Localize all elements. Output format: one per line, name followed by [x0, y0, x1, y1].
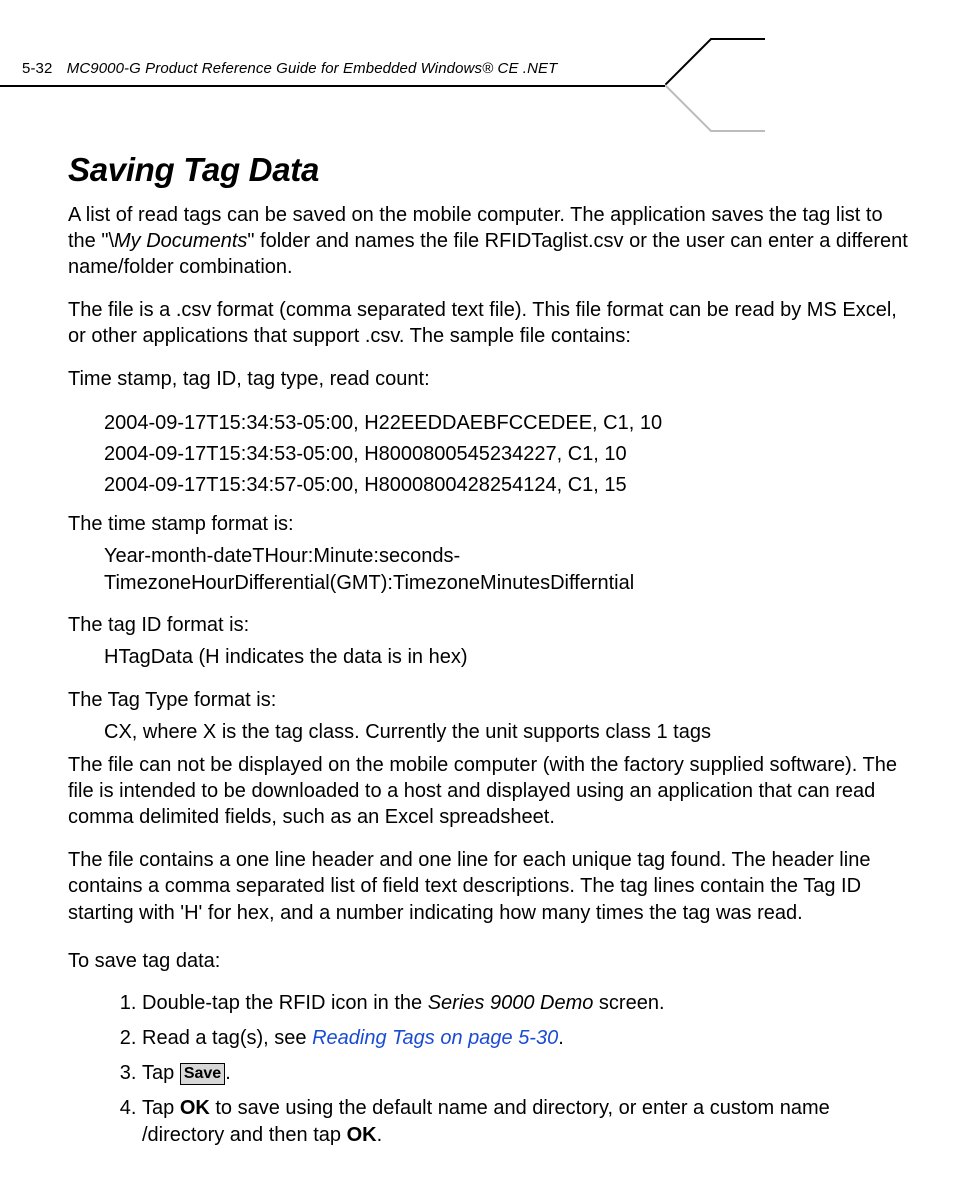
sample-line: 2004-09-17T15:34:53-05:00, H22EEDDAEBFCC…	[104, 408, 912, 439]
paragraph: A list of read tags can be saved on the …	[68, 202, 912, 281]
paragraph: To save tag data:	[68, 948, 912, 974]
sample-data: 2004-09-17T15:34:53-05:00, H22EEDDAEBFCC…	[104, 408, 912, 501]
running-header: 5-32 MC9000-G Product Reference Guide fo…	[22, 60, 557, 77]
cross-reference-link[interactable]: Reading Tags on page 5-30	[312, 1027, 558, 1049]
format-spec: CX, where X is the tag class. Currently …	[104, 719, 912, 745]
procedure-list: Double-tap the RFID icon in the Series 9…	[68, 990, 912, 1149]
section-heading: Saving Tag Data	[68, 148, 912, 192]
format-spec: Year-month-dateTHour:Minute:seconds-Time…	[104, 543, 624, 596]
step: Read a tag(s), see Reading Tags on page …	[142, 1025, 912, 1052]
doc-title: MC9000-G Product Reference Guide for Emb…	[67, 60, 558, 77]
paragraph: The Tag Type format is:	[68, 687, 912, 713]
paragraph: The time stamp format is:	[68, 511, 912, 537]
page-number: 5-32	[22, 60, 52, 77]
paragraph: The file is a .csv format (comma separat…	[68, 297, 912, 350]
sample-line: 2004-09-17T15:34:57-05:00, H800080042825…	[104, 470, 912, 501]
sample-line: 2004-09-17T15:34:53-05:00, H800080054523…	[104, 439, 912, 470]
save-button-icon: Save	[180, 1063, 225, 1084]
header-rule	[0, 85, 665, 87]
step: Double-tap the RFID icon in the Series 9…	[142, 990, 912, 1017]
paragraph: Time stamp, tag ID, tag type, read count…	[68, 366, 912, 392]
paragraph: The file can not be displayed on the mob…	[68, 752, 912, 831]
step: Tap Save.	[142, 1060, 912, 1087]
header-tab-ornament	[665, 38, 765, 132]
paragraph: The file contains a one line header and …	[68, 847, 912, 926]
step: Tap OK to save using the default name an…	[142, 1095, 912, 1149]
format-spec: HTagData (H indicates the data is in hex…	[104, 644, 912, 670]
page-body: Saving Tag Data A list of read tags can …	[68, 148, 912, 1157]
document-page: 5-32 MC9000-G Product Reference Guide fo…	[0, 0, 954, 1202]
paragraph: The tag ID format is:	[68, 612, 912, 638]
